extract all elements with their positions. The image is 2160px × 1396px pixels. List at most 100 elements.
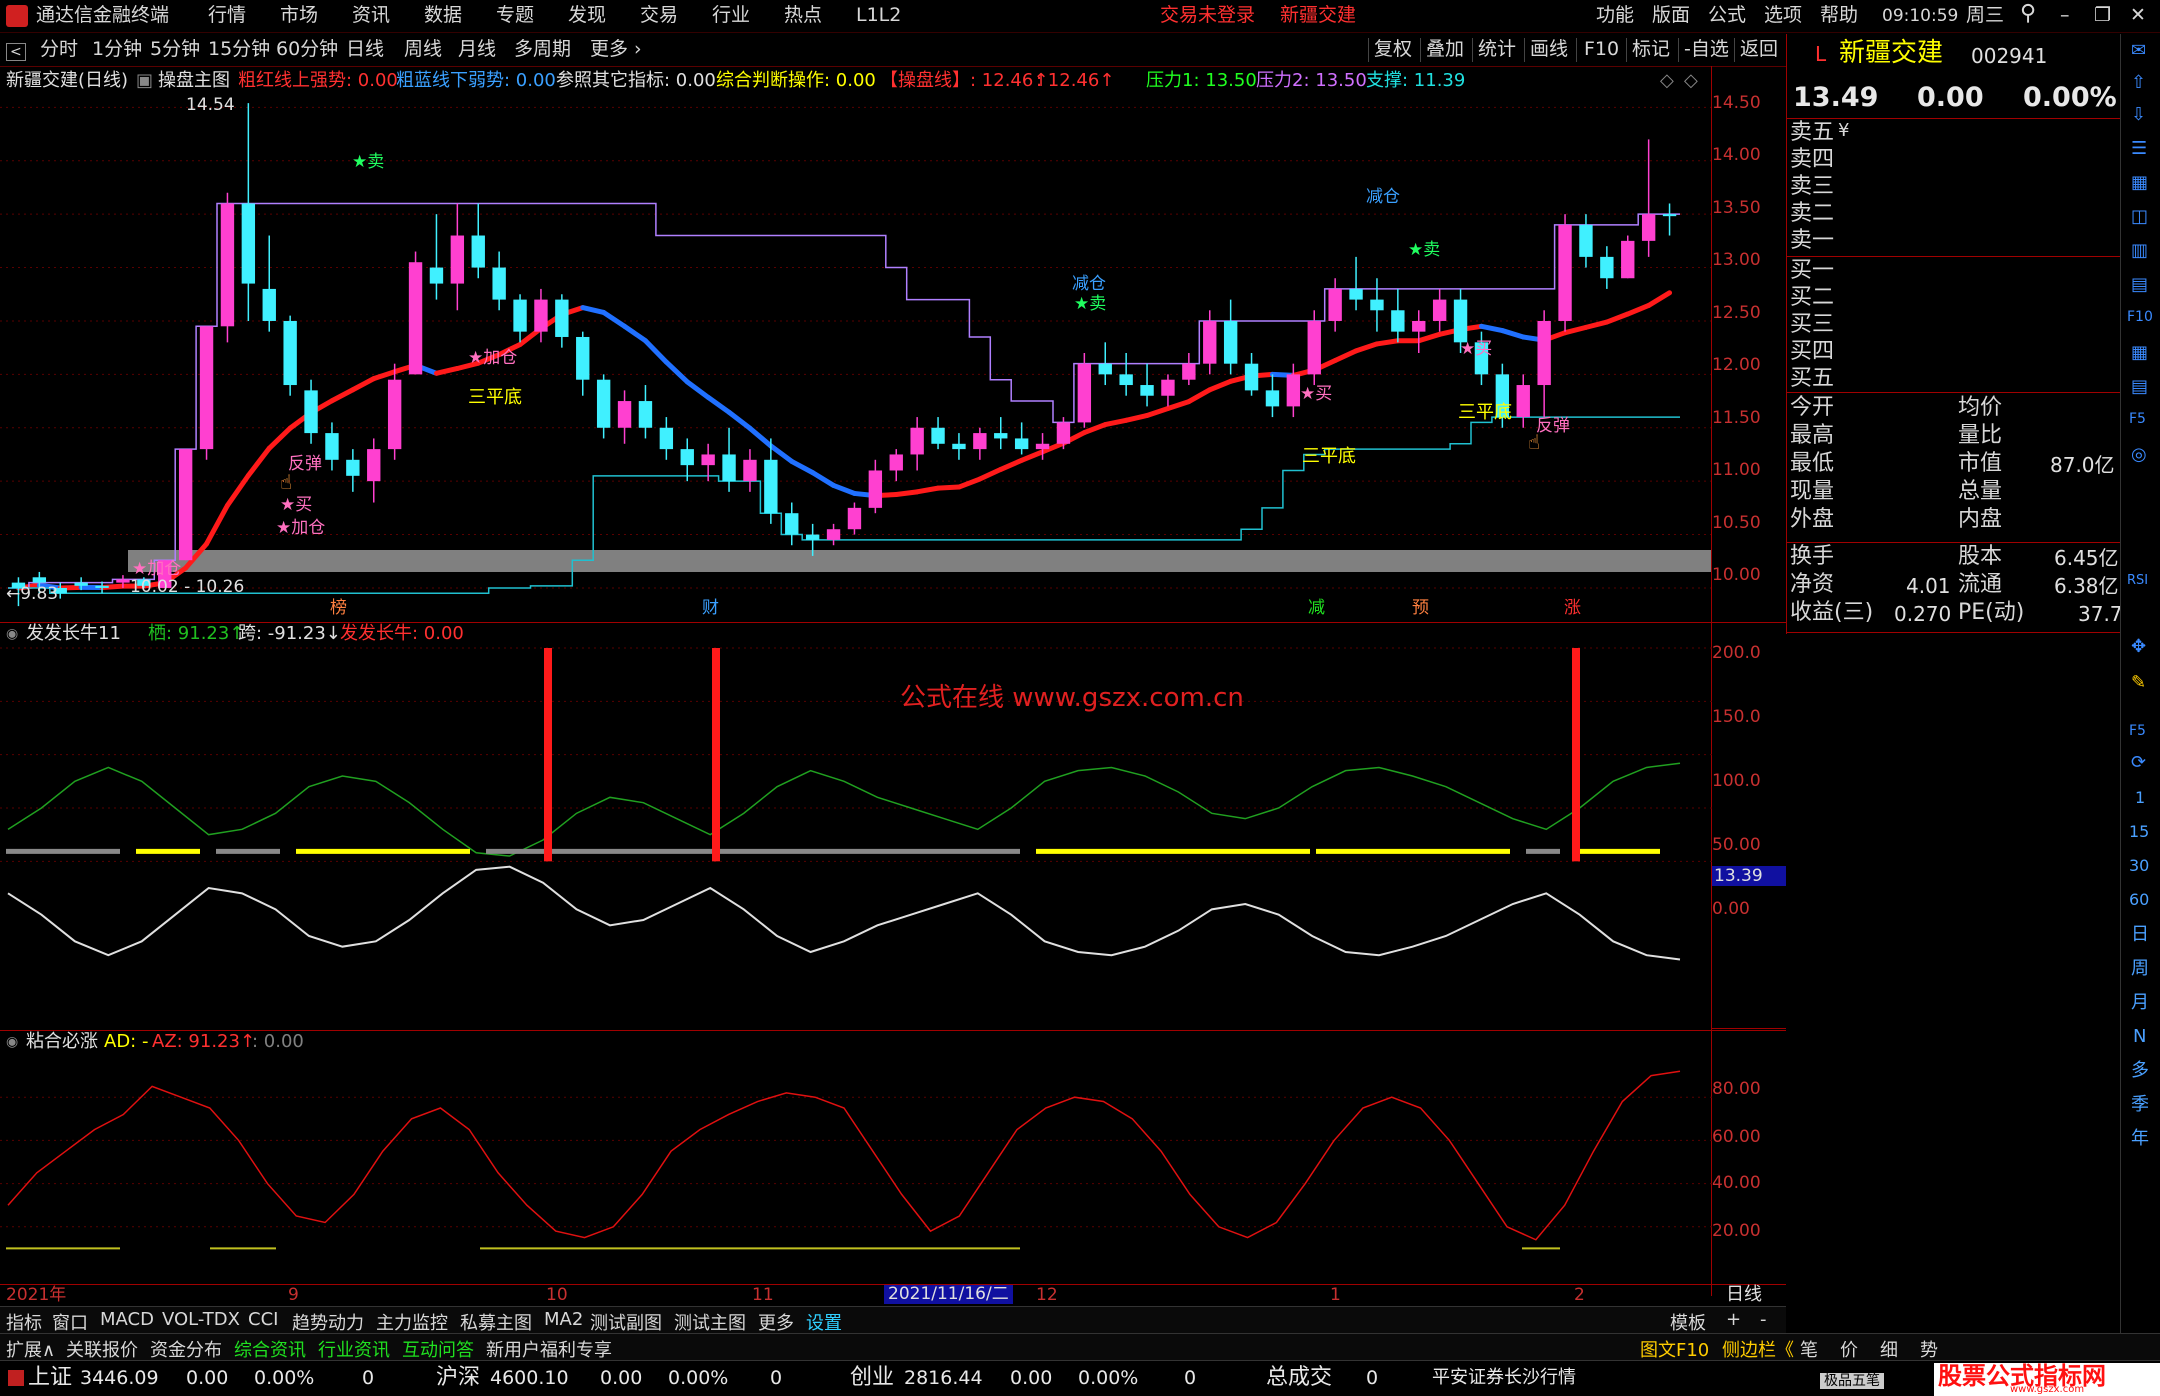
tool-f10[interactable]: F10 [1584, 40, 1619, 59]
menu-banmian[interactable]: 版面 [1652, 6, 1690, 25]
side-period-15[interactable]: 15 [2129, 824, 2149, 840]
ring-icon[interactable]: ◎ [2131, 446, 2147, 464]
main-chart[interactable] [0, 86, 1712, 620]
event-mark[interactable]: 财 [702, 600, 719, 617]
period-15min[interactable]: 15分钟 [208, 40, 270, 59]
doc-icon[interactable]: ▤ [2131, 378, 2148, 396]
tab-ma2[interactable]: MA2 [540, 1309, 587, 1335]
side-period-30[interactable]: 30 [2129, 858, 2149, 874]
tab-xi[interactable]: 细 [1876, 1336, 1902, 1362]
side-period-day[interactable]: 日 [2131, 926, 2149, 944]
tab-hudong-wenda[interactable]: 互动问答 [398, 1336, 478, 1362]
event-mark[interactable]: 减 [1308, 600, 1325, 617]
tool-huaxian[interactable]: 画线 [1530, 40, 1568, 59]
menu-xuanxiang[interactable]: 选项 [1764, 6, 1802, 25]
tool-biaoji[interactable]: 标记 [1632, 40, 1670, 59]
index-name[interactable]: 沪深 [436, 1367, 480, 1389]
broker-name[interactable]: 平安证券长沙行情 [1432, 1369, 1576, 1387]
period-fenshi[interactable]: 分时 [40, 40, 78, 59]
tool-tongji[interactable]: 统计 [1478, 40, 1516, 59]
tab-cci[interactable]: CCI [244, 1309, 282, 1335]
pencil-icon[interactable]: ✎ [2131, 674, 2146, 692]
period-month[interactable]: 月线 [458, 40, 496, 59]
list-icon[interactable]: ☰ [2131, 140, 2147, 158]
minimize-icon[interactable]: – [2060, 6, 2070, 25]
period-multi[interactable]: 多周期 [514, 40, 571, 59]
side-icon[interactable]: ✉ [2131, 42, 2146, 60]
menu-jiaoyi[interactable]: 交易 [640, 6, 678, 25]
menu-shuju[interactable]: 数据 [424, 6, 462, 25]
collapse-icon[interactable]: < [6, 43, 26, 61]
tab-simu-zhutu[interactable]: 私募主图 [456, 1309, 536, 1335]
grid-icon[interactable]: ▦ [2131, 174, 2148, 192]
x-period-label[interactable]: 日线 [1726, 1286, 1762, 1304]
period-60min[interactable]: 60分钟 [276, 40, 338, 59]
tab-tuwen-f10[interactable]: 图文F10 [1636, 1336, 1713, 1362]
restore-icon[interactable]: ❐ [2094, 6, 2111, 25]
event-mark[interactable]: 涨 [1564, 600, 1581, 617]
tab-shezhi[interactable]: 设置 [802, 1309, 846, 1335]
menu-hangye[interactable]: 行业 [712, 6, 750, 25]
f10-icon[interactable]: F10 [2127, 310, 2153, 324]
tab-jia[interactable]: 价 [1836, 1336, 1862, 1362]
tab-bi[interactable]: 笔 [1796, 1336, 1822, 1362]
index-name[interactable]: 上证 [28, 1367, 72, 1389]
down-arrow-icon[interactable]: ⇩ [2131, 106, 2146, 124]
close-icon[interactable]: ✕ [2130, 6, 2146, 25]
tool-diejia[interactable]: 叠加 [1426, 40, 1464, 59]
event-mark[interactable]: 榜 [330, 600, 347, 617]
tab-chuangkou[interactable]: 窗口 [48, 1309, 92, 1335]
menu-gongneng[interactable]: 功能 [1596, 6, 1634, 25]
rsi-icon[interactable]: RSI [2127, 574, 2148, 587]
tool-fuquan[interactable]: 复权 [1374, 40, 1412, 59]
tab-hangye-zixun[interactable]: 行业资讯 [314, 1336, 394, 1362]
tool-zixuan[interactable]: -自选 [1684, 40, 1729, 59]
chevron-right-icon[interactable]: › [634, 40, 642, 59]
chart-icon[interactable]: ◫ [2131, 208, 2148, 226]
side-period-week[interactable]: 周 [2131, 960, 2149, 978]
tab-zonghe-zixun[interactable]: 综合资讯 [230, 1336, 310, 1362]
stock-tab[interactable]: 新疆交建 [1280, 6, 1356, 25]
menu-faxian[interactable]: 发现 [568, 6, 606, 25]
menu-gongshi[interactable]: 公式 [1708, 6, 1746, 25]
login-status[interactable]: 交易未登录 [1160, 6, 1255, 25]
menu-shichang[interactable]: 市场 [280, 6, 318, 25]
menu-redian[interactable]: 热点 [784, 6, 822, 25]
tab-xinyonghu[interactable]: 新用户福利专享 [482, 1336, 616, 1362]
index-name[interactable]: 创业 [850, 1367, 894, 1389]
side-period-year[interactable]: 年 [2131, 1130, 2149, 1148]
side-period-1[interactable]: 1 [2135, 790, 2145, 806]
side-period-n[interactable]: N [2133, 1028, 2146, 1046]
f5-icon[interactable]: F5 [2129, 412, 2146, 426]
tab-kuozhan[interactable]: 扩展∧ [2, 1336, 59, 1362]
up-arrow-icon[interactable]: ⇧ [2131, 74, 2146, 92]
refresh-icon[interactable]: ⟳ [2131, 754, 2146, 772]
tab-cebianlan[interactable]: 侧边栏《 [1718, 1336, 1798, 1362]
menu-l1l2[interactable]: L1L2 [856, 6, 901, 25]
tab-zhuli-jiankong[interactable]: 主力监控 [372, 1309, 452, 1335]
tab-zhibiao[interactable]: 指标 [2, 1309, 46, 1335]
tab-remove[interactable]: - [1756, 1309, 1771, 1335]
side-period-60[interactable]: 60 [2129, 892, 2149, 908]
menu-zixun[interactable]: 资讯 [352, 6, 390, 25]
sub1-chart[interactable] [0, 624, 1712, 1024]
period-day[interactable]: 日线 [346, 40, 384, 59]
tab-gengduo[interactable]: 更多 [754, 1309, 798, 1335]
search-icon[interactable]: ⚲ [2020, 3, 2036, 25]
menu-bangzhu[interactable]: 帮助 [1820, 6, 1858, 25]
event-mark[interactable]: 预 [1412, 600, 1429, 617]
tab-add[interactable]: + [1722, 1309, 1745, 1335]
quote-stock-name[interactable]: 新疆交建 [1839, 40, 1943, 66]
sub2-chart[interactable] [0, 1030, 1712, 1286]
tab-zijin-fenbu[interactable]: 资金分布 [146, 1336, 226, 1362]
period-5min[interactable]: 5分钟 [150, 40, 200, 59]
tab-macd[interactable]: MACD [96, 1309, 158, 1335]
table-icon[interactable]: ▦ [2131, 344, 2148, 362]
tab-vol-tdx[interactable]: VOL-TDX [158, 1309, 244, 1335]
doc-icon[interactable]: ▤ [2131, 276, 2148, 294]
tab-ceshi-zhutu[interactable]: 测试主图 [670, 1309, 750, 1335]
tab-shi[interactable]: 势 [1916, 1336, 1942, 1362]
tool-fanhui[interactable]: 返回 [1740, 40, 1778, 59]
side-period-month[interactable]: 月 [2131, 994, 2149, 1012]
move-icon[interactable]: ✥ [2131, 638, 2146, 656]
